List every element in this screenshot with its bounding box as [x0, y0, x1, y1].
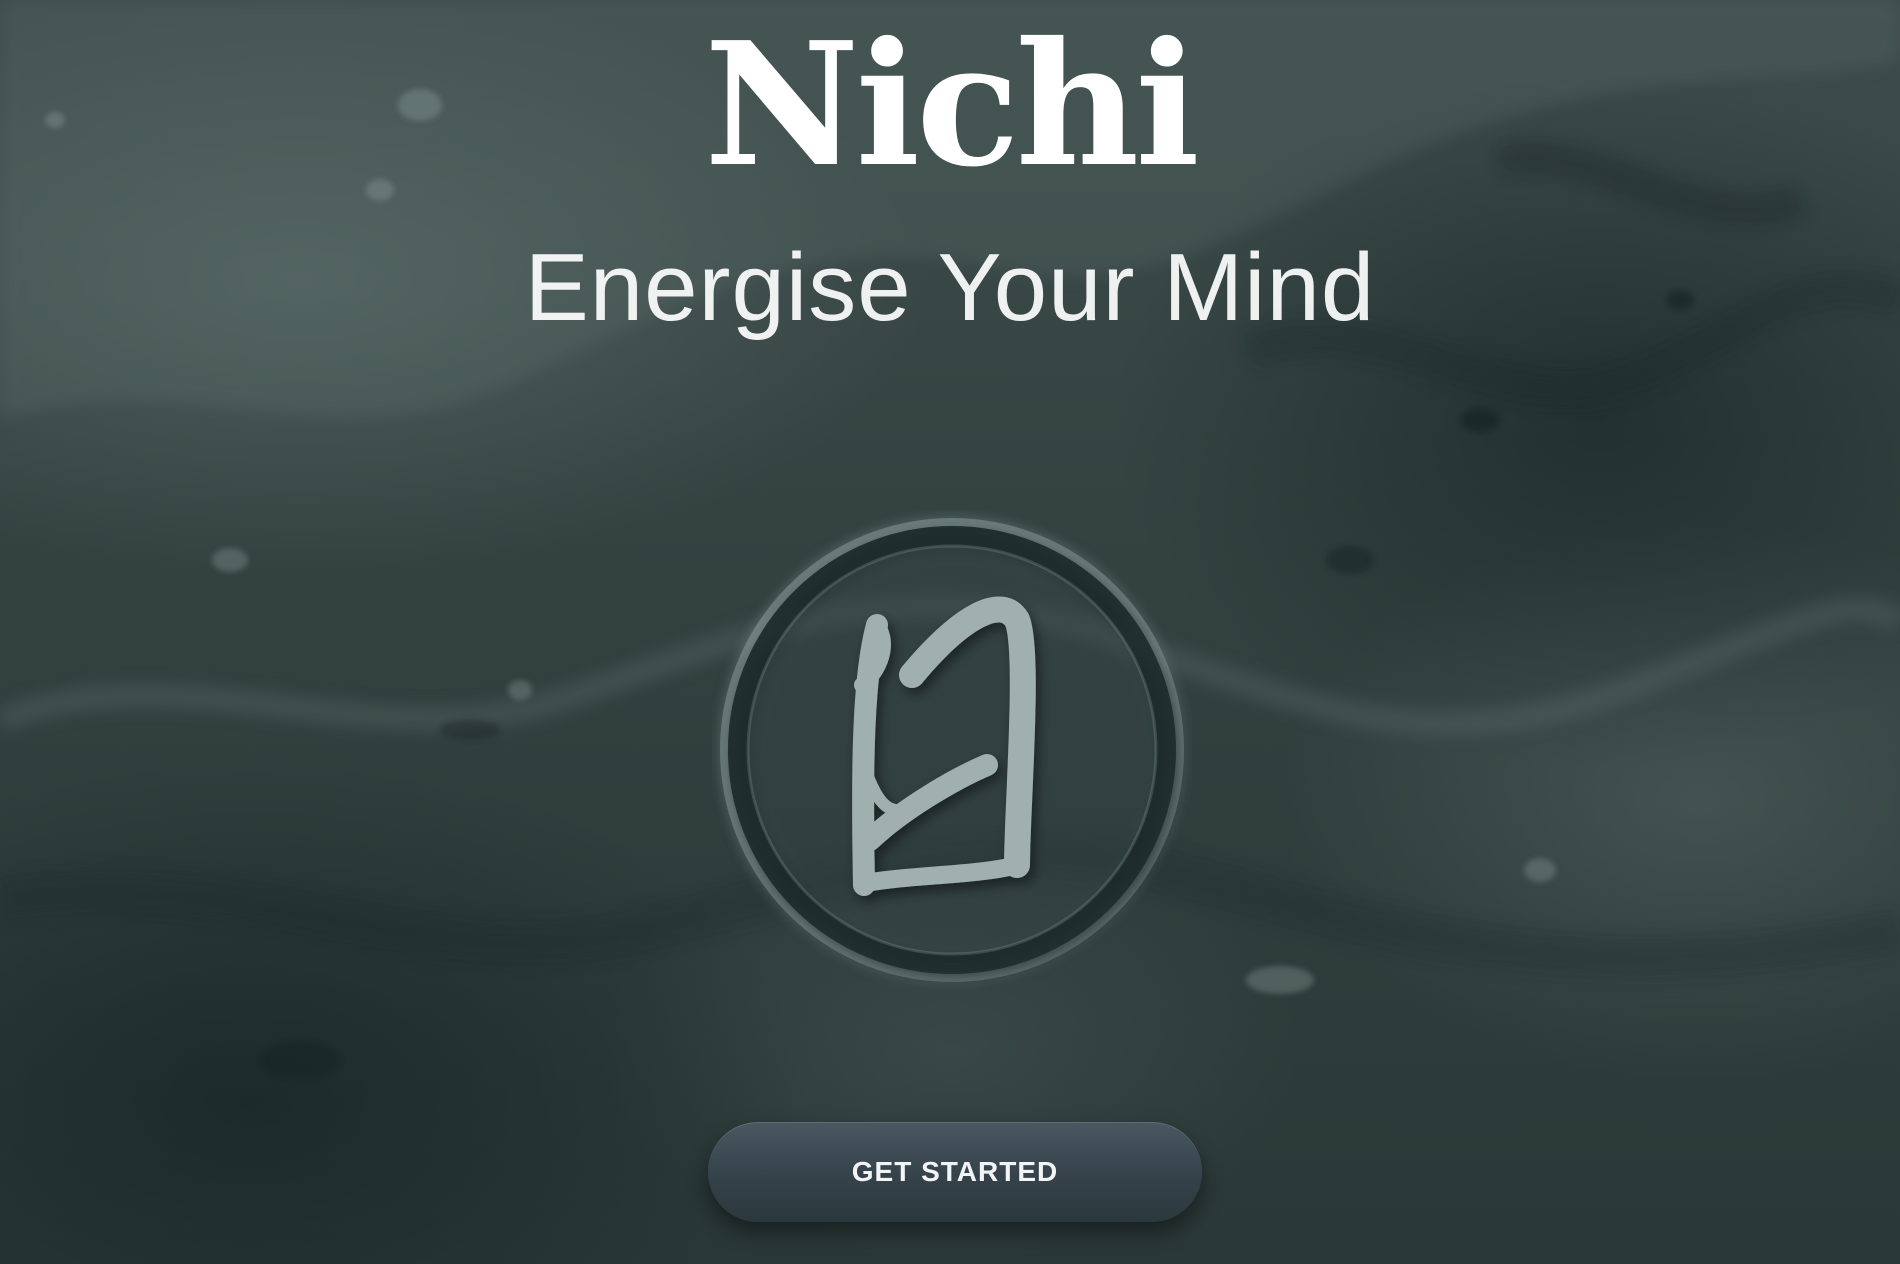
welcome-screen: Nichi Energise Your Mind GET STARTED	[0, 0, 1900, 1264]
app-title: Nichi	[704, 5, 1200, 205]
nichi-logo-icon	[712, 510, 1192, 990]
app-tagline: Energise Your Mind	[524, 234, 1376, 341]
get-started-button[interactable]: GET STARTED	[708, 1122, 1202, 1222]
